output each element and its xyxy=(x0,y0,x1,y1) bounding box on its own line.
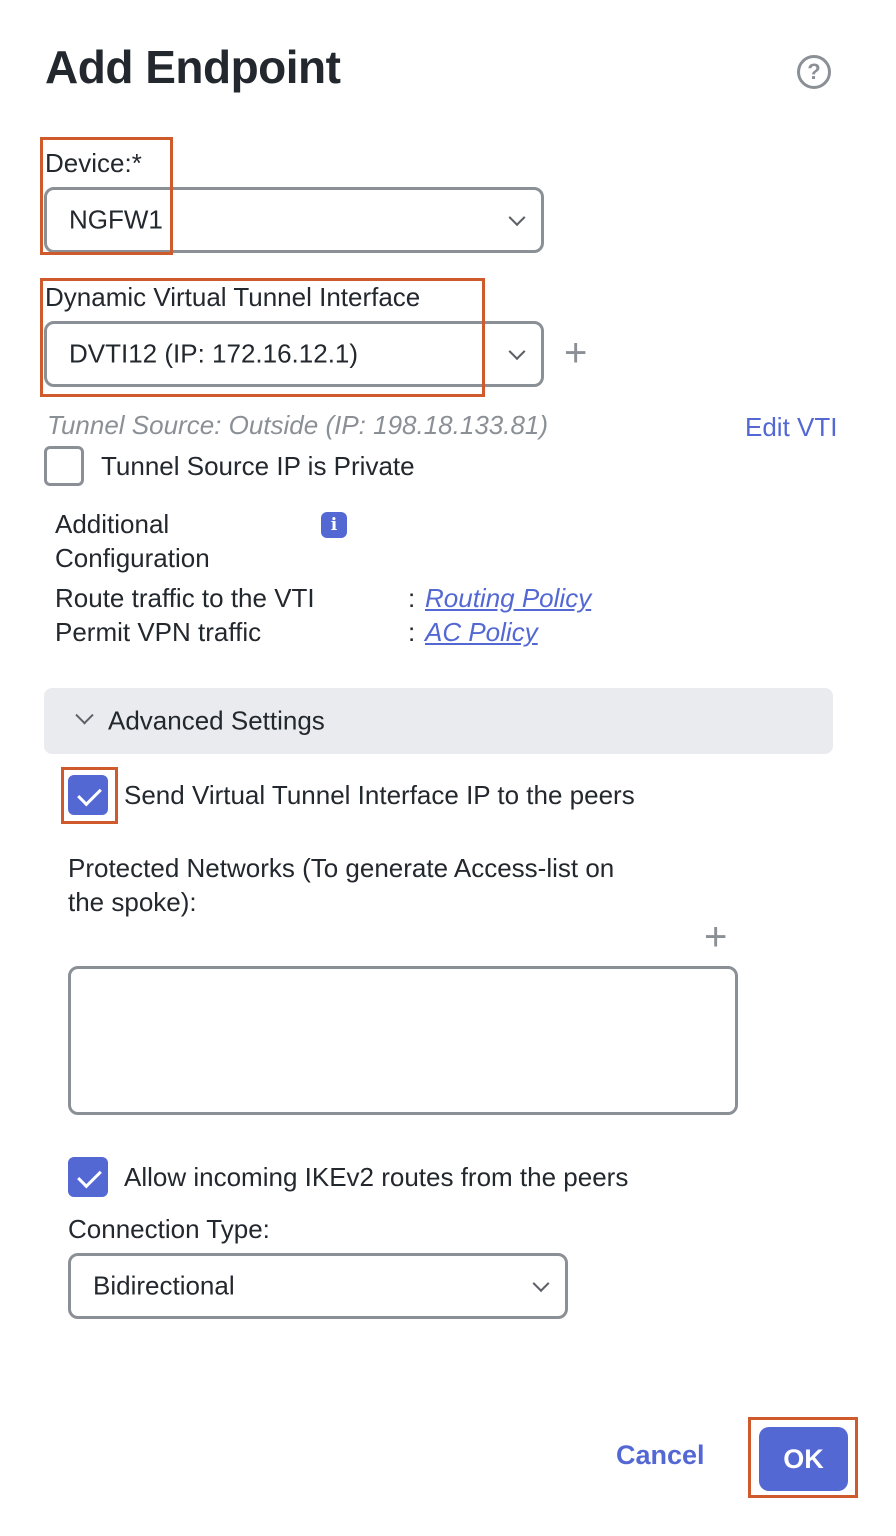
edit-vti-link[interactable]: Edit VTI xyxy=(745,412,837,443)
route-traffic-label: Route traffic to the VTI xyxy=(55,583,315,613)
permit-vpn-label: Permit VPN traffic xyxy=(55,617,262,647)
dialog-title: Add Endpoint xyxy=(45,41,341,93)
chevron-down-icon xyxy=(508,209,526,227)
advanced-settings-toggle[interactable]: Advanced Settings xyxy=(44,688,833,754)
add-protected-network-plus-icon[interactable]: + xyxy=(704,917,727,957)
dvti-highlight-box xyxy=(40,278,485,397)
tunnel-source-text: Tunnel Source: Outside (IP: 198.18.133.8… xyxy=(47,410,549,440)
send-vti-highlight-box xyxy=(61,767,118,824)
chevron-down-icon xyxy=(532,1275,550,1293)
permit-vpn-separator: : xyxy=(408,617,416,647)
device-highlight-box xyxy=(40,137,173,255)
ac-policy-link[interactable]: AC Policy xyxy=(425,617,538,648)
advanced-settings-label: Advanced Settings xyxy=(108,705,325,736)
add-dvti-plus-icon[interactable]: + xyxy=(564,333,587,373)
allow-ikev2-checkbox[interactable] xyxy=(68,1157,108,1197)
send-vti-ip-label: Send Virtual Tunnel Interface IP to the … xyxy=(124,780,635,810)
connection-type-value: Bidirectional xyxy=(93,1270,235,1301)
chevron-down-icon xyxy=(75,706,94,725)
protected-networks-label-line2: the spoke): xyxy=(68,887,197,917)
ok-highlight-box xyxy=(748,1417,858,1498)
tunnel-source-private-checkbox[interactable] xyxy=(44,446,84,486)
chevron-down-icon xyxy=(508,343,526,361)
tunnel-source-private-label: Tunnel Source IP is Private xyxy=(101,451,415,481)
connection-type-select[interactable]: Bidirectional xyxy=(68,1253,568,1319)
protected-networks-label-line1: Protected Networks (To generate Access-l… xyxy=(68,853,615,883)
protected-networks-list[interactable] xyxy=(68,966,738,1115)
cancel-button[interactable]: Cancel xyxy=(616,1440,705,1471)
routing-policy-link[interactable]: Routing Policy xyxy=(425,583,591,614)
route-traffic-separator: : xyxy=(408,583,416,613)
connection-type-label: Connection Type: xyxy=(68,1214,270,1244)
additional-config-label-line2: Configuration xyxy=(55,543,210,573)
question-circle-icon[interactable]: ? xyxy=(797,55,831,89)
additional-config-label-line1: Additional xyxy=(55,509,170,539)
info-icon[interactable]: i xyxy=(321,512,347,538)
allow-ikev2-label: Allow incoming IKEv2 routes from the pee… xyxy=(124,1162,629,1192)
